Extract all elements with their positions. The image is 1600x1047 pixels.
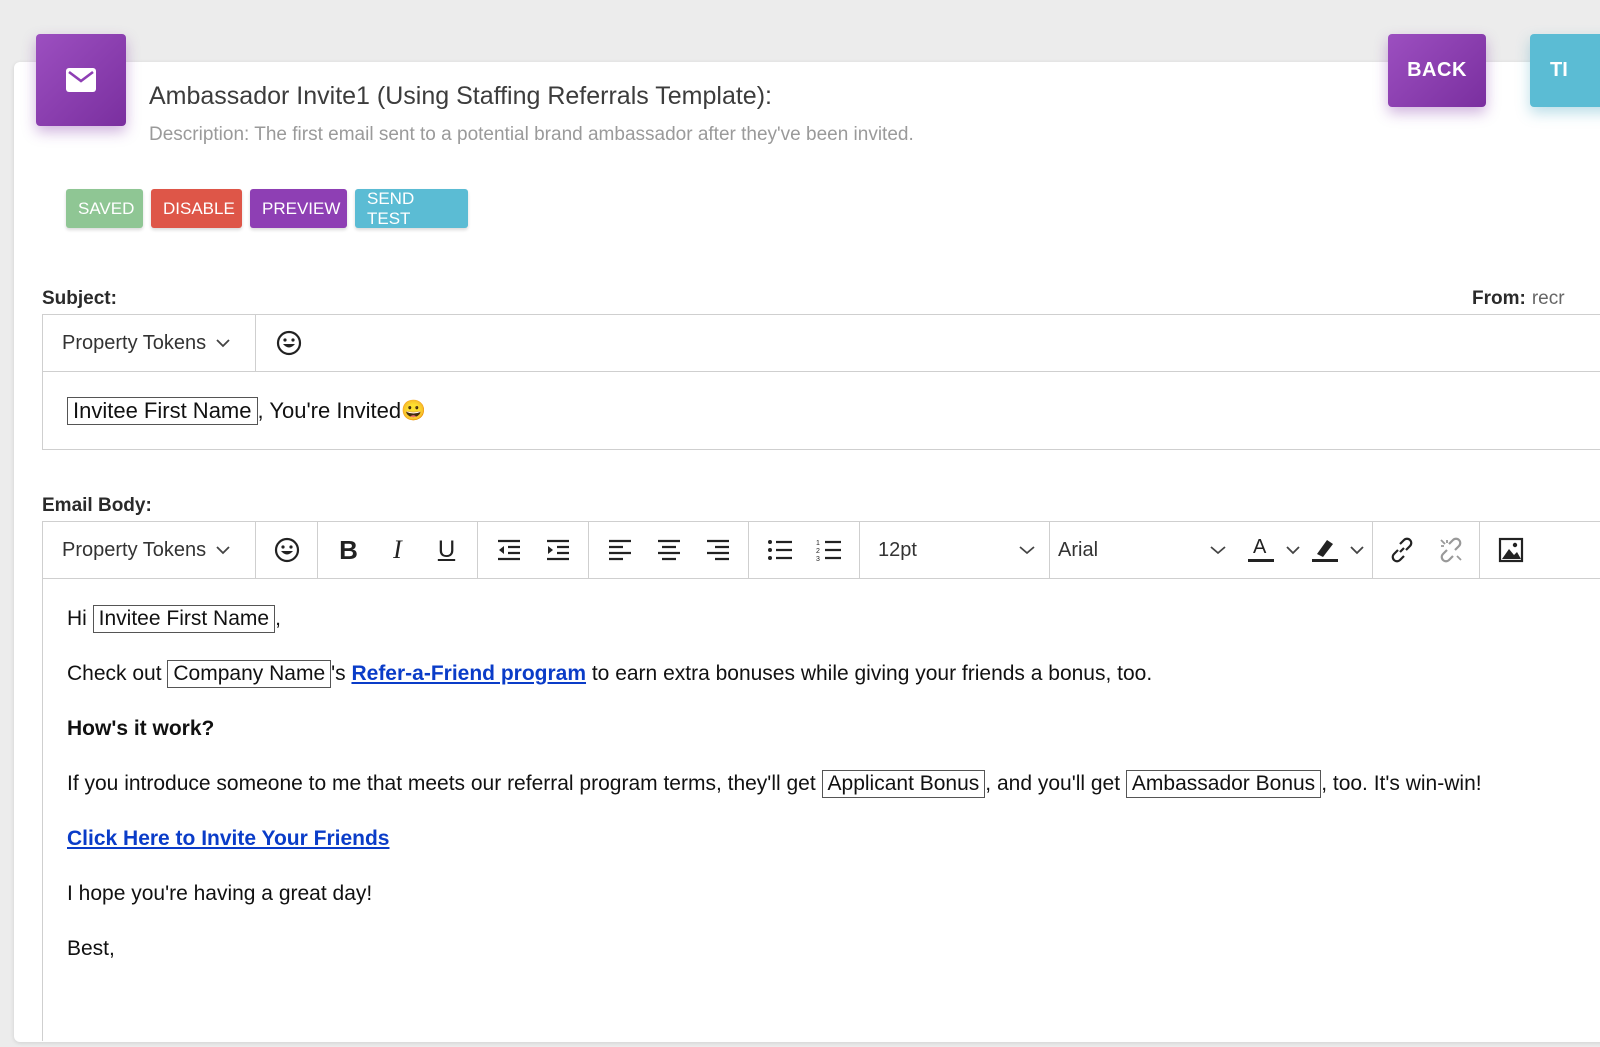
- body-toolbar: Property Tokens B I U 1 2 3 12pt Arial A: [43, 522, 1600, 579]
- subject-input[interactable]: Invitee First Name , You're Invited 😀: [43, 372, 1600, 449]
- token-ambassador-bonus[interactable]: Ambassador Bonus: [1125, 770, 1322, 798]
- preview-button[interactable]: PREVIEW: [250, 189, 347, 228]
- email-body-input[interactable]: Hi Invitee First Name, Check out Company…: [43, 579, 1600, 1012]
- text-color-icon[interactable]: A: [1244, 530, 1278, 570]
- underline-icon[interactable]: U: [422, 530, 471, 570]
- chevron-down-icon: [1019, 546, 1035, 555]
- disable-button[interactable]: DISABLE: [151, 189, 242, 228]
- section-heading: How's it work?: [67, 717, 215, 740]
- text: 's: [331, 662, 352, 685]
- from-label: From:: [1472, 288, 1526, 309]
- align-right-icon[interactable]: [693, 530, 742, 570]
- back-button[interactable]: BACK: [1388, 34, 1486, 107]
- emoji-icon[interactable]: [262, 530, 311, 570]
- chevron-down-icon: [216, 546, 230, 555]
- text: , and you'll get: [985, 772, 1126, 795]
- action-bar: SAVED DISABLE PREVIEW SEND TEST: [66, 189, 468, 228]
- page-title: Ambassador Invite1 (Using Staffing Refer…: [149, 82, 772, 110]
- token-company-name[interactable]: Company Name: [167, 660, 332, 688]
- body-property-tokens-dropdown[interactable]: Property Tokens: [43, 522, 256, 578]
- chevron-down-icon[interactable]: [1346, 530, 1368, 570]
- chevron-down-icon[interactable]: [1282, 530, 1304, 570]
- email-body-editor: Property Tokens B I U 1 2 3 12pt Arial A…: [42, 521, 1600, 1041]
- bold-icon[interactable]: B: [324, 530, 373, 570]
- signoff-line: Best,: [67, 937, 115, 960]
- unlink-icon[interactable]: [1426, 530, 1475, 570]
- align-center-icon[interactable]: [644, 530, 693, 570]
- token-invitee-first-name[interactable]: Invitee First Name: [67, 396, 258, 425]
- font-family-value: Arial: [1058, 538, 1099, 561]
- svg-text:1: 1: [816, 540, 820, 547]
- subject-label: Subject:: [42, 288, 117, 309]
- text: ,: [275, 607, 281, 630]
- subject-toolbar: Property Tokens: [43, 315, 1600, 372]
- chevron-down-icon: [216, 339, 230, 348]
- text: Hi: [67, 607, 93, 630]
- property-tokens-label: Property Tokens: [62, 331, 207, 354]
- highlight-color-icon[interactable]: [1308, 530, 1342, 570]
- send-test-button[interactable]: SEND TEST: [355, 189, 468, 228]
- svg-text:3: 3: [816, 556, 820, 562]
- refer-a-friend-link[interactable]: Refer-a-Friend program: [351, 662, 586, 685]
- font-family-select[interactable]: Arial: [1050, 522, 1240, 578]
- envelope-icon: [66, 68, 96, 92]
- outdent-icon[interactable]: [484, 530, 533, 570]
- secondary-header-button[interactable]: TI: [1530, 34, 1600, 107]
- font-size-value: 12pt: [878, 538, 917, 561]
- saved-button[interactable]: SAVED: [66, 189, 143, 228]
- italic-icon[interactable]: I: [373, 530, 422, 570]
- align-left-icon[interactable]: [595, 530, 644, 570]
- text: Check out: [67, 662, 168, 685]
- paragraph-terms: If you introduce someone to me that meet…: [67, 768, 1597, 800]
- svg-text:2: 2: [816, 548, 820, 555]
- grinning-emoji: 😀: [401, 400, 427, 422]
- image-icon[interactable]: [1486, 530, 1535, 570]
- numbered-list-icon[interactable]: 123: [804, 530, 853, 570]
- subject-property-tokens-dropdown[interactable]: Property Tokens: [43, 315, 256, 371]
- paragraph-intro: Check out Company Name's Refer-a-Friend …: [67, 658, 1597, 690]
- subject-text: , You're Invited: [257, 397, 402, 423]
- page-description: Description: The first email sent to a p…: [149, 124, 914, 145]
- token-invitee-first-name[interactable]: Invitee First Name: [92, 605, 276, 633]
- bullet-list-icon[interactable]: [755, 530, 804, 570]
- closing-line: I hope you're having a great day!: [67, 882, 373, 905]
- indent-icon[interactable]: [533, 530, 582, 570]
- font-size-select[interactable]: 12pt: [860, 522, 1050, 578]
- svg-text:A: A: [1253, 536, 1267, 558]
- property-tokens-label: Property Tokens: [62, 538, 207, 561]
- text: to earn extra bonuses while giving your …: [586, 662, 1153, 685]
- text: , too. It's win-win!: [1321, 772, 1482, 795]
- link-icon[interactable]: [1377, 530, 1426, 570]
- subject-editor: Property Tokens Invitee First Name , You…: [42, 314, 1600, 450]
- token-applicant-bonus[interactable]: Applicant Bonus: [821, 770, 986, 798]
- email-badge: [36, 34, 126, 126]
- greeting-line: Hi Invitee First Name,: [67, 603, 1597, 635]
- from-value: recr: [1531, 288, 1565, 309]
- emoji-icon[interactable]: [264, 323, 313, 363]
- chevron-down-icon: [1210, 546, 1226, 555]
- text: If you introduce someone to me that meet…: [67, 772, 822, 795]
- email-body-label: Email Body:: [42, 495, 152, 516]
- invite-friends-link[interactable]: Click Here to Invite Your Friends: [67, 827, 389, 850]
- from-field: From: recr: [1472, 288, 1565, 310]
